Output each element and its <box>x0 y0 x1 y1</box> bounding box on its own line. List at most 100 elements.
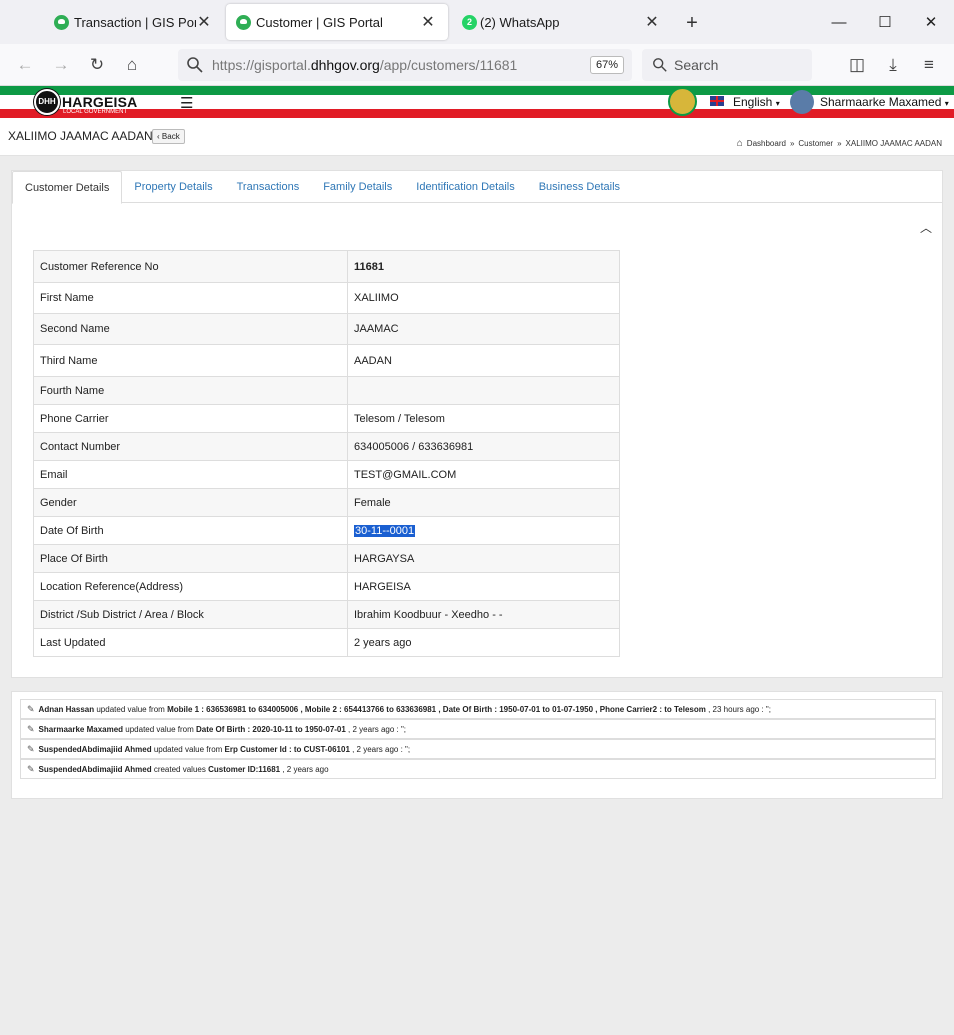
window-close-icon[interactable]: ✕ <box>908 0 954 44</box>
whatsapp-favicon-icon: 2 <box>462 15 477 30</box>
field-label: Third Name <box>33 344 348 377</box>
new-tab-plus-icon[interactable]: + <box>672 3 712 44</box>
tab-customer-details[interactable]: Customer Details <box>12 171 123 204</box>
customer-details-panel: Customer Details Property Details Transa… <box>11 170 943 678</box>
tab-property-details[interactable]: Property Details <box>122 171 224 203</box>
zoom-level-badge[interactable]: 67% <box>589 56 624 74</box>
table-row: Customer Reference No 11681 <box>33 250 620 283</box>
field-label: Place Of Birth <box>33 544 348 573</box>
field-label: Location Reference(Address) <box>33 572 348 601</box>
browser-tab-label: Customer | GIS Portal <box>256 14 383 30</box>
page-title: XALIIMO JAAMAC AADAN <box>8 129 153 143</box>
url-text: https://gisportal.dhhgov.org/app/custome… <box>212 57 518 73</box>
field-value: HARGAYSA <box>347 544 620 573</box>
selected-text: 30-11--0001 <box>354 524 416 537</box>
download-icon[interactable]: ⤓ <box>881 53 905 77</box>
hargeisa-logo-icon[interactable]: DHH <box>34 89 60 115</box>
window-controls: — ☐ ✕ <box>816 0 954 44</box>
field-value: HARGEISA <box>347 572 620 601</box>
field-label: First Name <box>33 282 348 314</box>
browser-tab-transaction[interactable]: Transaction | GIS Portal ✕ <box>2 4 224 40</box>
field-value: AADAN <box>347 344 620 377</box>
log-entry: ✎ Adnan Hassan updated value from Mobile … <box>20 699 936 719</box>
maximize-icon[interactable]: ☐ <box>862 0 908 44</box>
customer-info-table: Customer Reference No 11681 First Name XAL… <box>33 250 620 657</box>
detail-tabs: Customer Details Property Details Transa… <box>12 171 942 204</box>
user-menu-dropdown[interactable]: Sharmaarke Maxamed ▾ <box>820 95 949 109</box>
field-value: Female <box>347 488 620 517</box>
field-label: Date Of Birth <box>33 516 348 545</box>
browser-tab-label: (2) WhatsApp <box>480 14 560 30</box>
field-label: District /Sub District / Area / Block <box>33 600 348 629</box>
forward-arrow-icon[interactable]: → <box>49 53 73 77</box>
breadcrumb-customer[interactable]: Customer <box>798 139 833 148</box>
browser-tab-label: Transaction | GIS Portal <box>74 14 196 30</box>
field-label: Last Updated <box>33 628 348 657</box>
field-label: Contact Number <box>33 432 348 461</box>
search-icon <box>653 58 667 72</box>
tab-family-details[interactable]: Family Details <box>311 171 404 203</box>
gis-favicon-icon <box>54 15 69 30</box>
minimize-icon[interactable]: — <box>816 0 862 44</box>
table-row: First Name XALIIMO <box>33 282 620 314</box>
browser-tab-whatsapp[interactable]: 2 (2) WhatsApp ✕ <box>450 4 672 40</box>
app-header: DHH HARGEISA LOCAL GOVERNMENT ☰ English … <box>0 86 954 118</box>
breadcrumb-separator: » <box>837 139 842 148</box>
log-entry: ✎ SuspendedAbdimajiid Ahmed updated value… <box>20 739 936 759</box>
table-row: Third Name AADAN <box>33 344 620 377</box>
caret-down-icon: ▾ <box>775 99 780 108</box>
edit-pencil-icon: ✎ <box>27 764 35 774</box>
table-row: Location Reference(Address) HARGEISA <box>33 572 620 601</box>
breadcrumb-current: XALIIMO JAAMAC AADAN <box>845 139 942 148</box>
reload-icon[interactable]: ↻ <box>85 53 109 77</box>
tab-transactions[interactable]: Transactions <box>225 171 312 203</box>
logo-text[interactable]: HARGEISA <box>62 94 138 110</box>
field-value: 11681 <box>347 250 620 283</box>
browser-tab-customer[interactable]: Customer | GIS Portal ✕ <box>226 4 448 40</box>
field-value: XALIIMO <box>347 282 620 314</box>
user-avatar[interactable] <box>790 90 814 114</box>
field-label: Phone Carrier <box>33 404 348 433</box>
close-icon[interactable]: ✕ <box>644 12 660 32</box>
home-icon: ⌂ <box>736 138 743 149</box>
page-title-bar: XALIIMO JAAMAC AADAN ‹ Back ⌂ Dashboard … <box>0 118 954 156</box>
government-emblem-icon <box>668 87 697 116</box>
field-value: 30-11--0001 <box>347 516 620 545</box>
table-row: Gender Female <box>33 488 620 517</box>
field-label: Second Name <box>33 313 348 345</box>
table-row: Contact Number 634005006 / 633636981 <box>33 432 620 461</box>
breadcrumb: ⌂ Dashboard » Customer » XALIIMO JAAMAC … <box>737 138 942 149</box>
field-label: Gender <box>33 488 348 517</box>
close-icon[interactable]: ✕ <box>196 12 212 32</box>
pocket-icon[interactable]: ◫ <box>845 53 869 77</box>
menu-icon[interactable]: ≡ <box>917 53 941 77</box>
field-value <box>347 376 620 405</box>
back-button[interactable]: ‹ Back <box>152 129 185 144</box>
hamburger-menu-icon[interactable]: ☰ <box>180 94 193 112</box>
field-value: Ibrahim Koodbuur - Xeedho - - <box>347 600 620 629</box>
table-row: District /Sub District / Area / Block Ibr… <box>33 600 620 629</box>
logo-subtext: LOCAL GOVERNMENT <box>63 109 128 115</box>
tab-business-details[interactable]: Business Details <box>527 171 632 203</box>
table-row: Second Name JAAMAC <box>33 313 620 345</box>
chevron-left-icon: ‹ <box>157 132 160 141</box>
edit-pencil-icon: ✎ <box>27 744 35 754</box>
activity-log-panel: ✎ Adnan Hassan updated value from Mobile … <box>11 691 943 799</box>
field-label: Fourth Name <box>33 376 348 405</box>
collapse-chevron-up-icon[interactable]: ︿ <box>920 219 932 236</box>
table-row: Fourth Name <box>33 376 620 405</box>
field-value: JAAMAC <box>347 313 620 345</box>
back-arrow-icon[interactable]: ← <box>13 53 37 77</box>
table-row: Phone Carrier Telesom / Telesom <box>33 404 620 433</box>
table-row: Email TEST@GMAIL.COM <box>33 460 620 489</box>
language-dropdown[interactable]: English ▾ <box>733 95 780 109</box>
close-icon[interactable]: ✕ <box>420 12 436 32</box>
browser-search-box[interactable]: Search <box>642 49 812 81</box>
breadcrumb-dashboard[interactable]: Dashboard <box>747 139 786 148</box>
home-icon[interactable]: ⌂ <box>120 53 144 77</box>
search-icon <box>187 57 203 73</box>
url-bar[interactable]: https://gisportal.dhhgov.org/app/custome… <box>178 49 632 81</box>
browser-nav-bar: ← → ↻ ⌂ https://gisportal.dhhgov.org/app… <box>0 44 954 86</box>
tab-identification-details[interactable]: Identification Details <box>404 171 526 203</box>
field-value: Telesom / Telesom <box>347 404 620 433</box>
